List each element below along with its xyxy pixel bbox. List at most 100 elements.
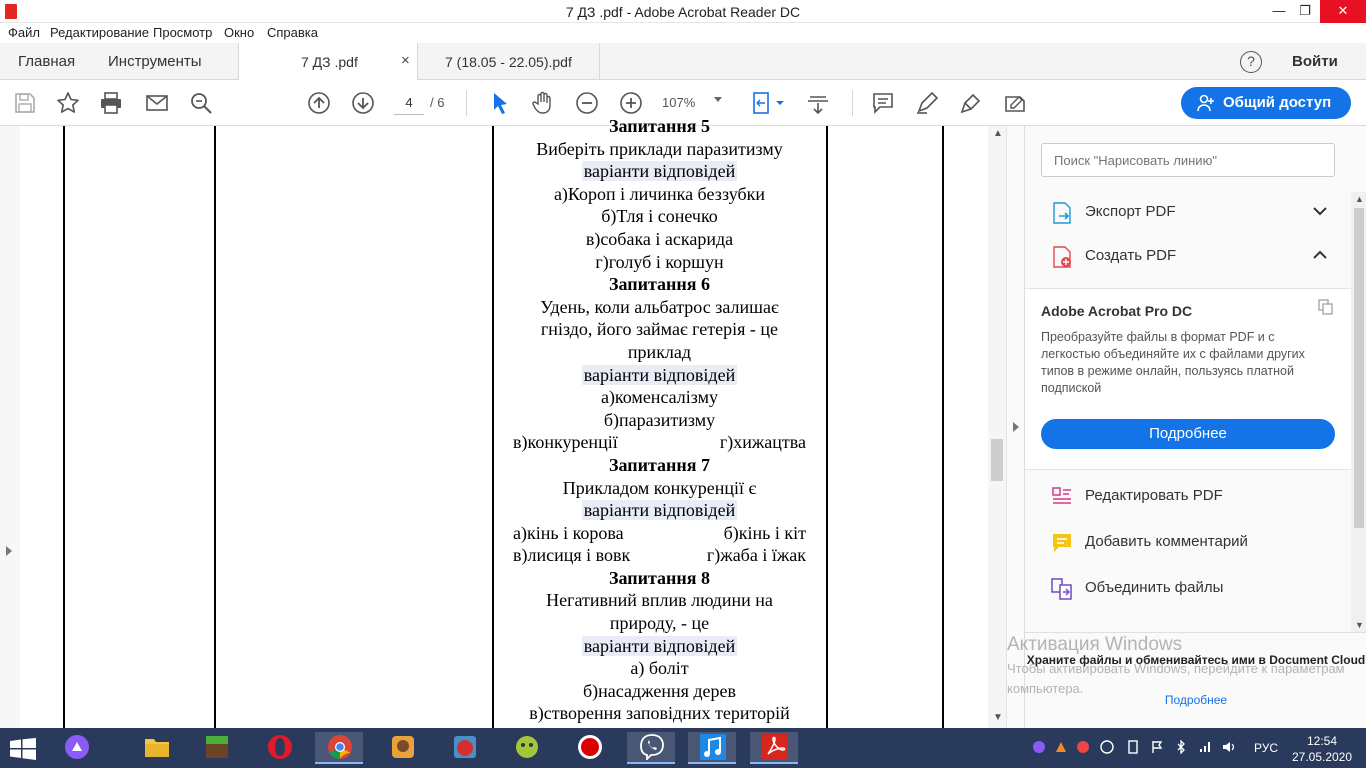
scrollbar-thumb[interactable] — [1354, 208, 1364, 528]
answer-options-row: а)кінь і корова б)кінь і кіт — [493, 522, 826, 545]
collapse-right-icon[interactable] — [1013, 422, 1019, 432]
tray-app-icon[interactable] — [1076, 740, 1090, 754]
more-tools-icon[interactable] — [1003, 91, 1027, 115]
taskbar-app-game[interactable] — [502, 732, 550, 764]
taskbar-app-opera[interactable] — [255, 732, 303, 764]
panel-scrollbar[interactable]: ▲ ▼ — [1351, 192, 1366, 632]
signin-button[interactable]: Войти — [1292, 53, 1338, 70]
sign-icon[interactable] — [959, 91, 983, 115]
page-total: / 6 — [430, 95, 445, 110]
comment-icon[interactable] — [871, 91, 895, 115]
email-icon[interactable] — [145, 91, 169, 115]
volume-icon[interactable] — [1222, 740, 1236, 754]
tray-flag-icon[interactable] — [1150, 740, 1164, 754]
scrollbar-thumb[interactable] — [991, 439, 1003, 481]
close-window-button[interactable]: ✕ — [1320, 0, 1366, 23]
scroll-up-icon[interactable]: ▲ — [1355, 194, 1364, 204]
windows-start-icon[interactable] — [10, 738, 36, 760]
copy-icon[interactable] — [1318, 299, 1334, 315]
watermark-text: Чтобы активировать Windows, перейдите к … — [1007, 661, 1345, 696]
previous-page-icon[interactable] — [307, 91, 331, 115]
toolbar-divider — [466, 90, 467, 116]
title-bar: 7 ДЗ .pdf - Adobe Acrobat Reader DC — ❐ … — [0, 0, 1366, 23]
menu-edit[interactable]: Редактирование — [50, 25, 149, 40]
restore-button[interactable]: ❐ — [1288, 0, 1322, 23]
window-title: 7 ДЗ .pdf - Adobe Acrobat Reader DC — [565, 4, 801, 20]
taskbar-app-chrome[interactable] — [315, 732, 363, 764]
tab-label: 7 ДЗ .pdf — [301, 54, 358, 70]
save-icon[interactable] — [13, 91, 37, 115]
document-text-line: а)Короп і личинка беззубки — [493, 183, 826, 206]
next-page-icon[interactable] — [351, 91, 375, 115]
tab-close-icon[interactable]: × — [401, 52, 410, 69]
tools-search-input[interactable] — [1041, 143, 1335, 177]
menu-file[interactable]: Файл — [8, 25, 40, 40]
tray-network-icon[interactable] — [1100, 740, 1114, 754]
promo-more-button[interactable]: Подробнее — [1041, 419, 1335, 449]
table-border — [942, 126, 944, 728]
edit-pdf-item[interactable]: Редактировать PDF — [1025, 474, 1351, 518]
create-pdf-item[interactable]: Создать PDF — [1025, 234, 1351, 278]
nav-tools[interactable]: Инструменты — [108, 53, 202, 70]
menu-view[interactable]: Просмотр — [153, 25, 212, 40]
scroll-up-icon[interactable]: ▲ — [993, 128, 1003, 139]
text: варіанти відповідей — [581, 635, 738, 656]
scroll-mode-icon[interactable] — [806, 91, 830, 115]
document-scrollbar[interactable]: ▲ ▼ — [988, 126, 1006, 728]
left-panel-toggle[interactable] — [0, 126, 20, 728]
chevron-up-icon[interactable] — [1311, 246, 1329, 264]
tray-device-icon[interactable] — [1126, 740, 1140, 754]
taskbar-app-alice[interactable] — [52, 732, 100, 764]
add-comment-item[interactable]: Добавить комментарий — [1025, 520, 1351, 564]
input-language[interactable]: РУС — [1254, 741, 1278, 755]
taskbar-app-recorder[interactable] — [565, 732, 613, 764]
chevron-down-icon[interactable] — [1311, 202, 1329, 220]
windows-activation-watermark: Активация Windows Чтобы активировать Win… — [1007, 634, 1347, 699]
combine-files-item[interactable]: Объединить файлы — [1025, 566, 1351, 610]
highlight-pen-icon[interactable] — [915, 91, 939, 115]
signal-icon[interactable] — [1198, 740, 1212, 754]
combine-files-label: Объединить файлы — [1085, 579, 1224, 596]
table-border — [826, 126, 828, 728]
taskbar-app-acrobat[interactable] — [750, 732, 798, 764]
export-pdf-item[interactable]: Экспорт PDF — [1025, 190, 1351, 234]
bookmark-star-icon[interactable] — [56, 91, 80, 115]
question-heading: Запитання 7 — [493, 454, 826, 477]
hand-tool-icon[interactable] — [531, 91, 555, 115]
print-icon[interactable] — [99, 91, 123, 115]
fit-page-icon[interactable] — [752, 91, 786, 115]
search-zoom-icon[interactable] — [189, 91, 213, 115]
scroll-down-icon[interactable]: ▼ — [1355, 620, 1364, 630]
scroll-down-icon[interactable]: ▼ — [993, 712, 1003, 723]
tab-document-second[interactable]: 7 (18.05 - 22.05).pdf — [418, 43, 600, 80]
menu-window[interactable]: Окно — [224, 25, 254, 40]
taskbar-app-music[interactable] — [688, 732, 736, 764]
zoom-in-icon[interactable] — [619, 91, 643, 115]
tray-app-icon[interactable] — [1054, 740, 1068, 754]
select-cursor-icon[interactable] — [488, 91, 512, 115]
taskbar-app-minecraft[interactable] — [192, 732, 240, 764]
combine-files-icon — [1051, 578, 1072, 600]
taskbar-app-viber[interactable] — [627, 732, 675, 764]
tab-document-active[interactable]: 7 ДЗ .pdf × — [238, 43, 418, 80]
answer-options-row: в)лисиця і вовк г)жаба і їжак — [493, 544, 826, 567]
page-number-input[interactable] — [394, 91, 424, 115]
text: а)коменсалізму — [600, 387, 719, 408]
taskbar-app-explorer[interactable] — [132, 732, 180, 764]
export-pdf-label: Экспорт PDF — [1085, 203, 1176, 220]
answer-option: в)лисиця і вовк — [513, 545, 631, 566]
zoom-dropdown-icon[interactable] — [714, 97, 722, 102]
nav-home[interactable]: Главная — [18, 53, 75, 70]
help-icon[interactable]: ? — [1240, 51, 1262, 73]
menu-help[interactable]: Справка — [267, 25, 318, 40]
taskbar-app-subway-surfers[interactable] — [378, 732, 426, 764]
taskbar-app-angry-birds[interactable] — [440, 732, 488, 764]
expand-left-icon[interactable] — [6, 546, 12, 556]
zoom-out-icon[interactable] — [575, 91, 599, 115]
bluetooth-icon[interactable] — [1174, 740, 1188, 754]
text: Прикладом конкуренції є — [562, 477, 757, 498]
zoom-level[interactable]: 107% — [662, 95, 695, 110]
viber-tray-icon[interactable] — [1032, 740, 1046, 754]
clock[interactable]: 12:54 27.05.2020 — [1290, 733, 1354, 765]
share-button[interactable]: Общий доступ — [1181, 87, 1351, 119]
